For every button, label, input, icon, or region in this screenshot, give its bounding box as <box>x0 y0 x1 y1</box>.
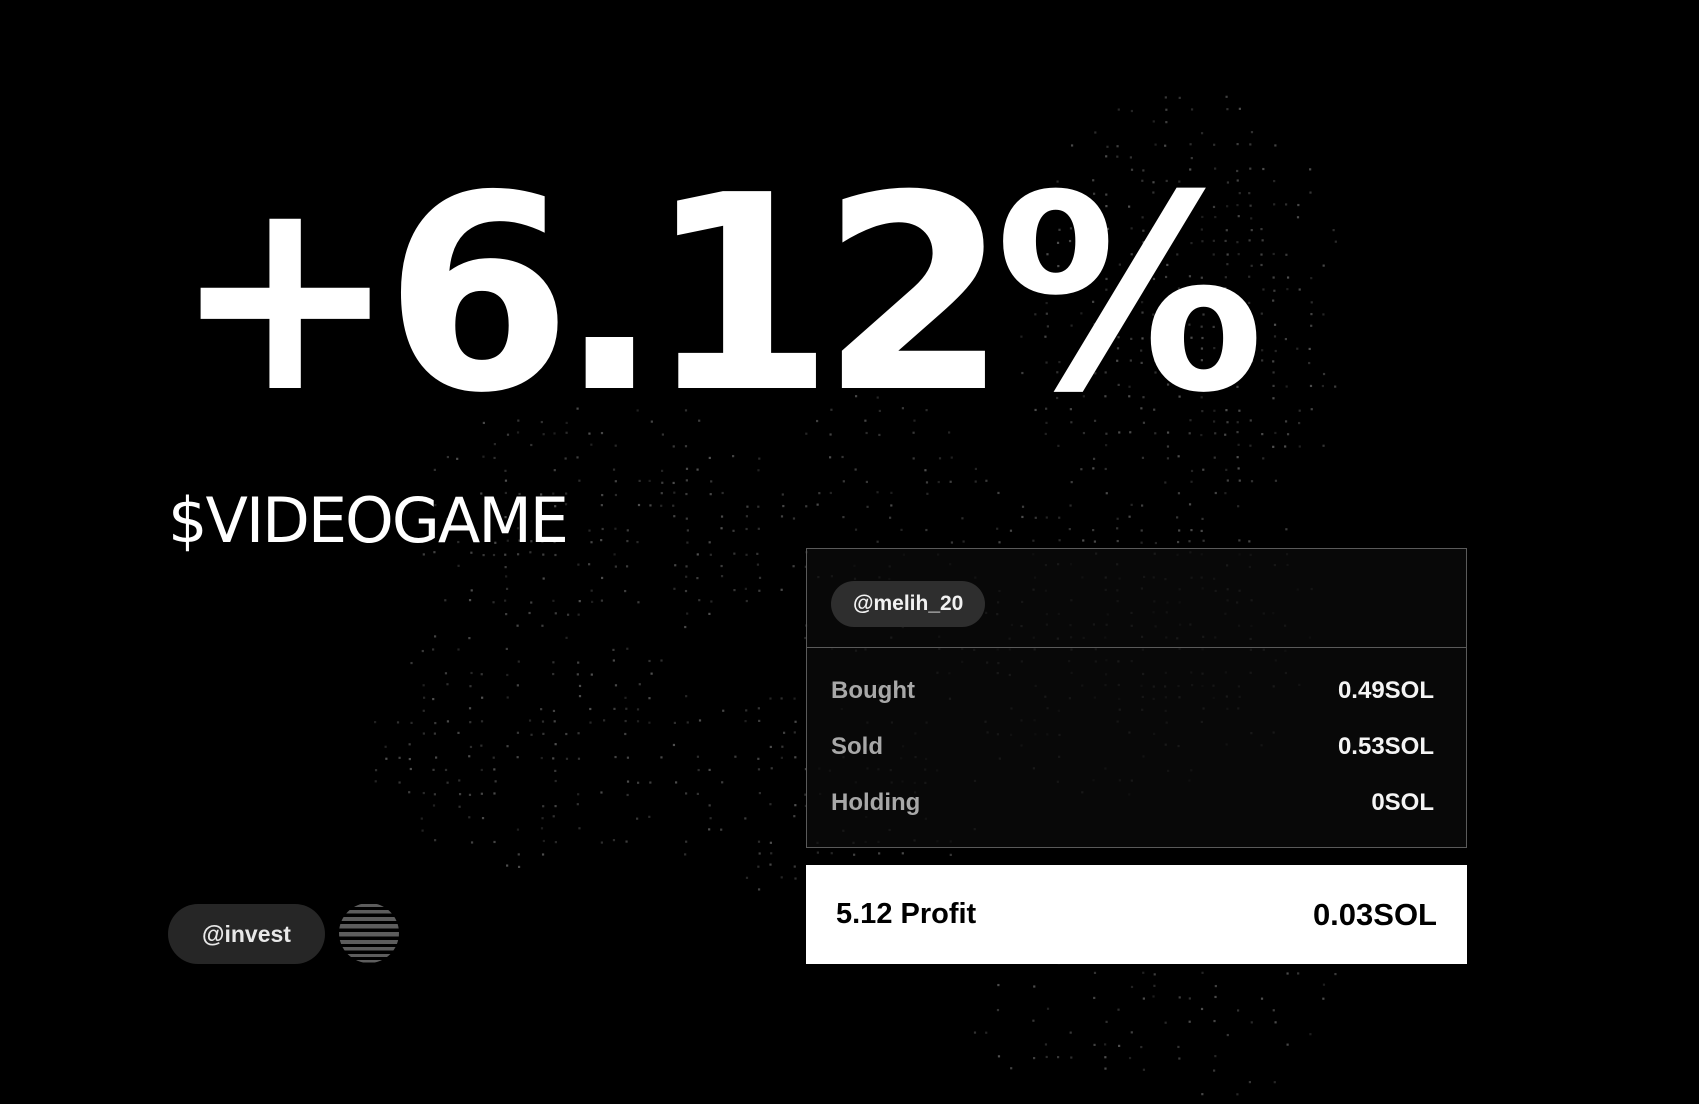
card-header: @melih_20 <box>807 549 1466 648</box>
profit-label: 5.12 Profit <box>836 898 977 930</box>
sold-row: Sold 0.53SOL <box>831 727 1434 767</box>
token-ticker: $VIDEOGAME <box>168 484 569 557</box>
holding-label: Holding <box>831 789 921 816</box>
bought-label: Bought <box>831 677 915 704</box>
sold-value: 0.53SOL <box>1337 733 1434 760</box>
percent-change: +6.12% <box>172 137 1265 452</box>
profit-bar: 5.12 Profit 0.03SOL <box>806 865 1467 964</box>
user-handle-pill[interactable]: @melih_20 <box>831 581 986 627</box>
holding-row: Holding 0SOL <box>831 783 1434 823</box>
bought-value: 0.49SOL <box>1337 677 1434 704</box>
holding-value: 0SOL <box>1371 789 1434 816</box>
invest-handle-pill[interactable]: @invest <box>168 904 325 964</box>
profit-value: 0.03SOL <box>1312 896 1437 932</box>
bought-row: Bought 0.49SOL <box>831 671 1434 711</box>
trade-stats-card: @melih_20 Bought 0.49SOL Sold 0.53SOL Ho… <box>806 548 1467 848</box>
striped-orb-icon <box>339 904 399 963</box>
sold-label: Sold <box>831 733 883 760</box>
